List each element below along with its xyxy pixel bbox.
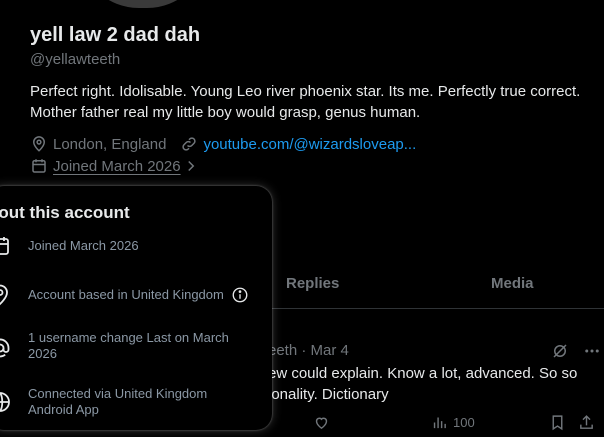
share-icon xyxy=(580,415,593,429)
popover-item-location: Account based in United Kingdom xyxy=(0,283,258,309)
joined-row[interactable]: Joined March 2026 xyxy=(30,157,207,175)
avatar[interactable] xyxy=(74,0,212,12)
views-count: 100 xyxy=(453,415,475,430)
bookmark-button[interactable] xyxy=(549,414,566,431)
tab-replies[interactable]: Replies xyxy=(286,275,339,292)
about-account-popover: bout this account Joined March 2026 Acco… xyxy=(0,186,272,430)
popover-item-username: 1 username change Last on March 2026 xyxy=(0,330,258,362)
post-body: ew could explain. Know a lot, advanced. … xyxy=(268,363,598,405)
popover-connected-text: Connected via United Kingdom Android App xyxy=(28,386,208,417)
bio: Perfect right. Idolisable. Young Leo riv… xyxy=(30,81,600,123)
website-link[interactable]: youtube.com/@wizardsloveap... xyxy=(203,136,416,153)
bio-line-1: Perfect right. Idolisable. Young Leo riv… xyxy=(30,83,581,100)
post-header-icons xyxy=(551,342,601,365)
popover-joined-text: Joined March 2026 xyxy=(28,238,139,253)
globe-icon xyxy=(0,390,12,414)
display-name: yell law 2 dad dah xyxy=(30,24,201,46)
more-options-icon[interactable] xyxy=(583,342,601,365)
profile-meta-row: London, England youtube.com/@wizardslove… xyxy=(30,135,416,153)
post-header: eeth · Mar 4 xyxy=(268,342,349,359)
handle: @yellawteeth xyxy=(30,51,121,68)
bar-chart-icon xyxy=(433,417,446,429)
info-icon[interactable] xyxy=(231,286,249,309)
post-line-2: ionality. Dictionary xyxy=(268,386,389,403)
at-sign-icon xyxy=(0,336,12,360)
bio-line-2: Mother father real my little boy would g… xyxy=(30,104,421,121)
post-line-1: ew could explain. Know a lot, advanced. … xyxy=(268,365,578,382)
calendar-icon xyxy=(30,157,48,175)
location-text: London, England xyxy=(53,135,167,153)
popover-item-joined: Joined March 2026 xyxy=(0,234,258,258)
popover-username-text: 1 username change Last on March 2026 xyxy=(28,330,229,361)
heart-icon xyxy=(315,417,328,430)
grok-icon[interactable] xyxy=(551,342,569,365)
bookmark-icon xyxy=(552,415,563,431)
like-button[interactable] xyxy=(313,414,330,431)
calendar-icon xyxy=(0,234,12,258)
link-icon xyxy=(180,135,198,153)
views-button[interactable]: 100 xyxy=(431,414,475,431)
chevron-right-icon xyxy=(184,157,202,175)
joined-date[interactable]: Joined March 2026 xyxy=(53,158,181,175)
popover-title: bout this account xyxy=(0,203,130,222)
location-pin-icon xyxy=(30,135,48,153)
tab-media[interactable]: Media xyxy=(491,275,534,292)
share-button[interactable] xyxy=(578,414,595,431)
location-pin-icon xyxy=(0,283,12,307)
popover-location-text: Account based in United Kingdom xyxy=(28,287,224,302)
popover-item-connected: Connected via United Kingdom Android App xyxy=(0,386,258,418)
